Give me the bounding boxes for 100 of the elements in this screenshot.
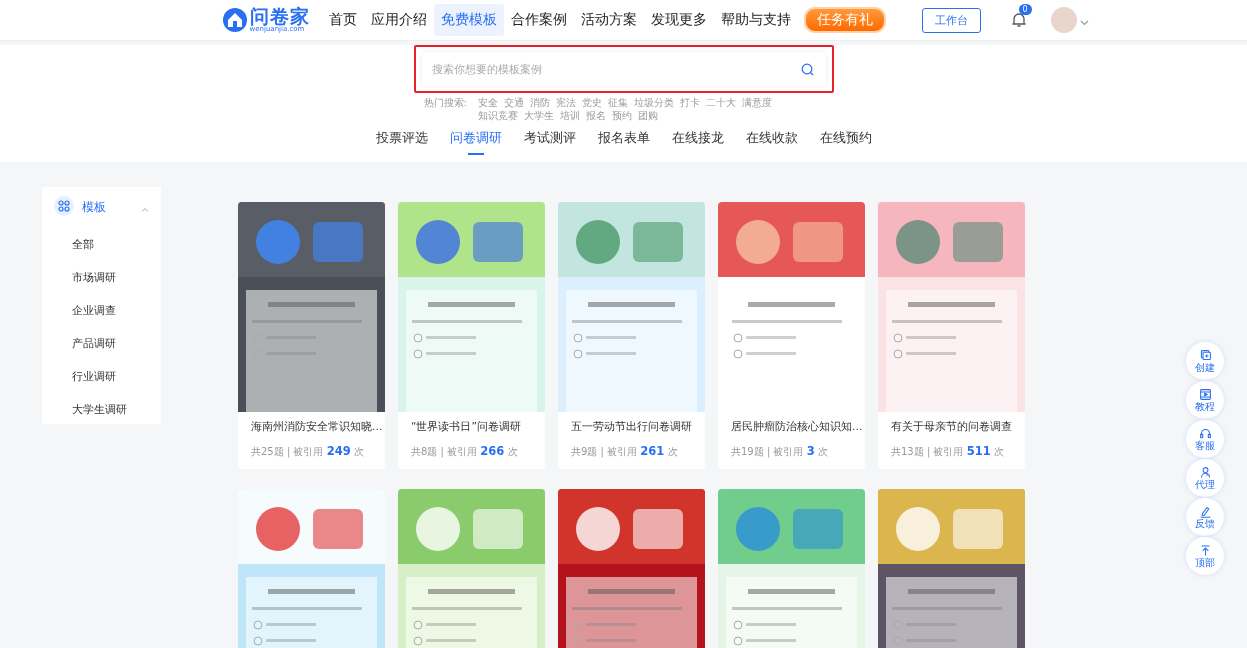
template-card[interactable]: “世界读书日”问卷调研 共8题 | 被引用 266 次 (398, 202, 545, 469)
cited-label: 被引用 (773, 446, 804, 457)
hot-search-term[interactable]: 征集 (607, 96, 628, 109)
card-title: 五一劳动节出行问卷调研 (570, 419, 693, 434)
nav-link[interactable]: 首页 (321, 4, 364, 36)
cited-count: 3 (806, 444, 815, 458)
cited-unit: 次 (993, 446, 1004, 457)
create-button[interactable]: 创建 (1186, 342, 1224, 380)
sidebar-item[interactable]: 产品调研 (42, 327, 161, 360)
cited-count: 261 (640, 444, 665, 458)
category-tab[interactable]: 在线收款 (745, 130, 798, 155)
cited-label: 被引用 (933, 446, 964, 457)
support-button[interactable]: 客服 (1186, 420, 1224, 458)
search-icon[interactable] (800, 63, 814, 76)
sidebar-item[interactable]: 市场调研 (42, 261, 161, 294)
template-card[interactable]: 居民肿瘤防治核心知识知… 共19题 | 被引用 3 次 (718, 202, 865, 469)
support-icon (1198, 427, 1212, 440)
promo-button[interactable]: 任务有礼 (803, 7, 886, 33)
cited-count: 511 (966, 444, 991, 458)
cited-label: 被引用 (607, 446, 638, 457)
separator: | (285, 446, 292, 457)
category-tab[interactable]: 问卷调研 (449, 130, 502, 155)
logo-icon (221, 7, 248, 33)
hot-search-label: 热门搜索: (423, 96, 468, 110)
nav-link[interactable]: 帮助与支持 (713, 4, 798, 36)
category-tab[interactable]: 考试测评 (523, 130, 576, 155)
caret-icon[interactable] (1079, 19, 1089, 26)
chevron-icon[interactable] (141, 206, 149, 212)
sidebar-item[interactable]: 行业调研 (42, 360, 161, 393)
card-title: 居民肿瘤防治核心知识知… (730, 419, 864, 434)
tool-label: 反馈 (1195, 518, 1215, 529)
notification-badge: 0 (1018, 4, 1032, 15)
nav-link[interactable]: 免费模板 (433, 4, 504, 36)
question-count: 共9题 (571, 446, 598, 457)
hot-search-term[interactable]: 预约 (611, 109, 632, 122)
hot-search-term[interactable]: 打卡 (679, 96, 700, 109)
top-icon (1198, 544, 1212, 557)
card-title: 有关于母亲节的问卷调查 (890, 419, 1013, 434)
separator: | (599, 446, 605, 457)
nav-link[interactable]: 应用介绍 (363, 4, 434, 36)
card-title: 海南州消防安全常识知晓… (250, 419, 384, 434)
bell-icon[interactable] (1010, 12, 1027, 28)
separator: | (439, 446, 445, 457)
hot-search-term[interactable]: 交通 (503, 96, 524, 109)
cited-unit: 次 (817, 446, 828, 457)
grid-icon (54, 196, 74, 216)
hot-search-term[interactable]: 培训 (559, 109, 580, 122)
nav-link[interactable]: 活动方案 (573, 4, 644, 36)
hot-search-term[interactable]: 报名 (585, 109, 606, 122)
category-tab[interactable]: 在线预约 (819, 130, 872, 155)
feedback-icon (1198, 505, 1212, 518)
agent-button[interactable]: 代理 (1186, 459, 1224, 497)
hot-search-term[interactable]: 大学生 (523, 109, 554, 122)
question-count: 共19题 (731, 446, 764, 457)
template-card[interactable]: 五一劳动节出行问卷调研 共9题 | 被引用 261 次 (558, 202, 705, 469)
cited-unit: 次 (353, 446, 364, 457)
sidebar-item[interactable]: 企业调查 (42, 294, 161, 327)
tool-label: 教程 (1195, 401, 1215, 412)
nav-link[interactable]: 发现更多 (643, 4, 714, 36)
search-field[interactable]: 搜索你想要的模板案例 (421, 52, 826, 86)
sidebar-item[interactable]: 全部 (42, 228, 161, 261)
top-button[interactable]: 顶部 (1186, 537, 1224, 575)
cited-unit: 次 (507, 446, 518, 457)
hot-search-term[interactable]: 满意度 (741, 96, 772, 109)
hot-search-term[interactable]: 知识竞赛 (477, 109, 518, 122)
category-tab[interactable]: 报名表单 (597, 130, 650, 155)
category-tab[interactable]: 在线接龙 (671, 130, 724, 155)
sidebar-item[interactable]: 大学生调研 (42, 393, 161, 426)
question-count: 共13题 (891, 446, 924, 457)
template-card[interactable]: 海南州消防安全常识知晓… 共25题 | 被引用 249 次 (238, 202, 385, 469)
logo-text[interactable]: 问卷家 (249, 7, 310, 26)
category-tab[interactable]: 投票评选 (375, 130, 428, 155)
hot-search-term[interactable]: 安全 (477, 96, 498, 109)
nav-link[interactable]: 合作案例 (503, 4, 574, 36)
cited-count: 266 (480, 444, 505, 458)
card-title: “世界读书日”问卷调研 (410, 419, 522, 434)
tool-label: 创建 (1195, 362, 1215, 373)
cited-unit: 次 (667, 446, 678, 457)
question-count: 共25题 (251, 446, 284, 457)
tool-label: 客服 (1195, 440, 1215, 451)
hot-search-term[interactable]: 宪法 (555, 96, 576, 109)
cited-count: 249 (326, 444, 351, 458)
agent-icon (1198, 466, 1212, 479)
tutorial-button[interactable]: 教程 (1186, 381, 1224, 419)
tutorial-icon (1198, 388, 1212, 401)
hot-search-term[interactable]: 消防 (529, 96, 550, 109)
cited-label: 被引用 (447, 446, 478, 457)
separator: | (925, 446, 932, 457)
separator: | (765, 446, 772, 457)
hot-search-term[interactable]: 垃圾分类 (633, 96, 674, 109)
hot-search-term[interactable]: 党史 (581, 96, 602, 109)
tool-label: 代理 (1195, 479, 1215, 490)
avatar[interactable] (1050, 7, 1077, 33)
feedback-button[interactable]: 反馈 (1186, 498, 1224, 536)
template-card[interactable]: 有关于母亲节的问卷调查 共13题 | 被引用 511 次 (878, 202, 1025, 469)
question-count: 共8题 (411, 446, 438, 457)
hot-search-term[interactable]: 团购 (637, 109, 658, 122)
sidebar-title[interactable]: 模板 (82, 199, 106, 216)
workbench-button[interactable]: 工作台 (921, 7, 981, 33)
cited-label: 被引用 (293, 446, 324, 457)
